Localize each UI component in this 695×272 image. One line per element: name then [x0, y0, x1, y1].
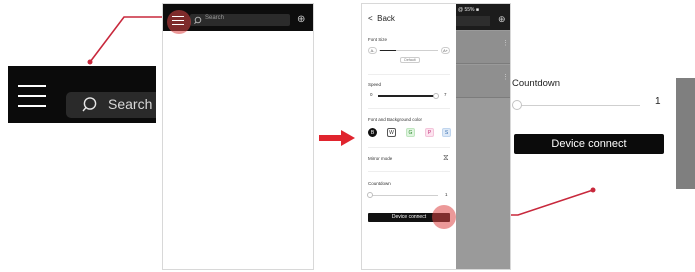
dimmed-background-edge — [676, 78, 695, 189]
hamburger-menu-icon[interactable] — [18, 85, 46, 107]
divider — [368, 74, 450, 75]
search-input[interactable]: Search — [190, 14, 290, 26]
hourglass-icon[interactable]: ⧖ — [443, 153, 449, 163]
divider — [368, 108, 450, 109]
device-connect-button[interactable]: Device connect — [514, 134, 664, 154]
zoom-callout-countdown: Countdown 1 Device connect — [512, 70, 672, 160]
search-icon — [82, 97, 97, 112]
default-badge[interactable]: Default — [400, 57, 420, 63]
plus-circle-icon[interactable]: ⊕ — [297, 14, 305, 25]
countdown-value: 1 — [655, 96, 661, 107]
mirror-mode-label: Mirror mode — [368, 156, 393, 161]
divider — [368, 147, 450, 148]
callout-dot-connect — [590, 187, 596, 193]
back-label: Back — [377, 14, 395, 23]
app-screen-settings: ⊕ @ 55% ■ ⋮ ⋮ < Back Font Size A- A+ Def… — [361, 3, 511, 270]
search-bar[interactable]: Search — [66, 92, 156, 118]
back-button[interactable]: < Back — [368, 14, 395, 23]
countdown-label: Countdown — [512, 78, 561, 89]
color-chip-p[interactable]: P — [425, 128, 434, 137]
speed-slider-handle[interactable] — [433, 92, 439, 99]
color-chip-g[interactable]: G — [406, 128, 415, 137]
more-icon: ⋮ — [502, 74, 509, 81]
callout-dot-menu — [87, 59, 93, 65]
countdown-track[interactable] — [371, 195, 438, 196]
list-item: ⋮ — [456, 65, 510, 98]
settings-panel: < Back Font Size A- A+ Default Speed 0 7… — [362, 4, 456, 269]
speed-label: Speed — [368, 82, 382, 87]
hamburger-menu-icon[interactable] — [172, 16, 184, 25]
color-chip-b[interactable]: B — [368, 128, 377, 137]
countdown-slider-handle[interactable] — [367, 192, 373, 198]
speed-min: 0 — [370, 92, 373, 97]
countdown-value: 1 — [445, 192, 448, 197]
color-chip-w[interactable]: W — [387, 128, 396, 137]
search-placeholder: Search — [205, 15, 225, 21]
chevron-left-icon: < — [368, 14, 373, 23]
callout-line-menu — [89, 16, 168, 63]
font-size-label: Font Size — [368, 37, 388, 42]
font-increase-button[interactable]: A+ — [441, 47, 450, 54]
speed-track[interactable] — [378, 95, 436, 97]
countdown-slider-handle[interactable] — [512, 100, 522, 110]
divider — [368, 171, 450, 172]
color-label: Font and Background color — [368, 117, 423, 122]
font-decrease-button[interactable]: A- — [368, 47, 377, 54]
list-item: ⋮ — [456, 31, 510, 64]
search-input — [456, 16, 490, 26]
speed-max: 7 — [444, 92, 447, 97]
zoom-callout-header: Search — [8, 66, 156, 123]
font-size-fill — [380, 49, 396, 51]
plus-circle-icon: ⊕ — [498, 14, 506, 24]
status-bar: @ 55% ■ — [458, 7, 479, 13]
more-icon: ⋮ — [502, 40, 509, 47]
countdown-label: Countdown — [368, 181, 391, 186]
search-icon — [194, 16, 202, 25]
search-placeholder: Search — [108, 96, 153, 112]
right-arrow-icon — [319, 130, 355, 146]
countdown-track[interactable] — [518, 105, 640, 106]
color-chip-s[interactable]: S — [442, 128, 451, 137]
tap-highlight-connect — [432, 205, 456, 229]
app-screen-main: Search ⊕ — [162, 3, 314, 270]
